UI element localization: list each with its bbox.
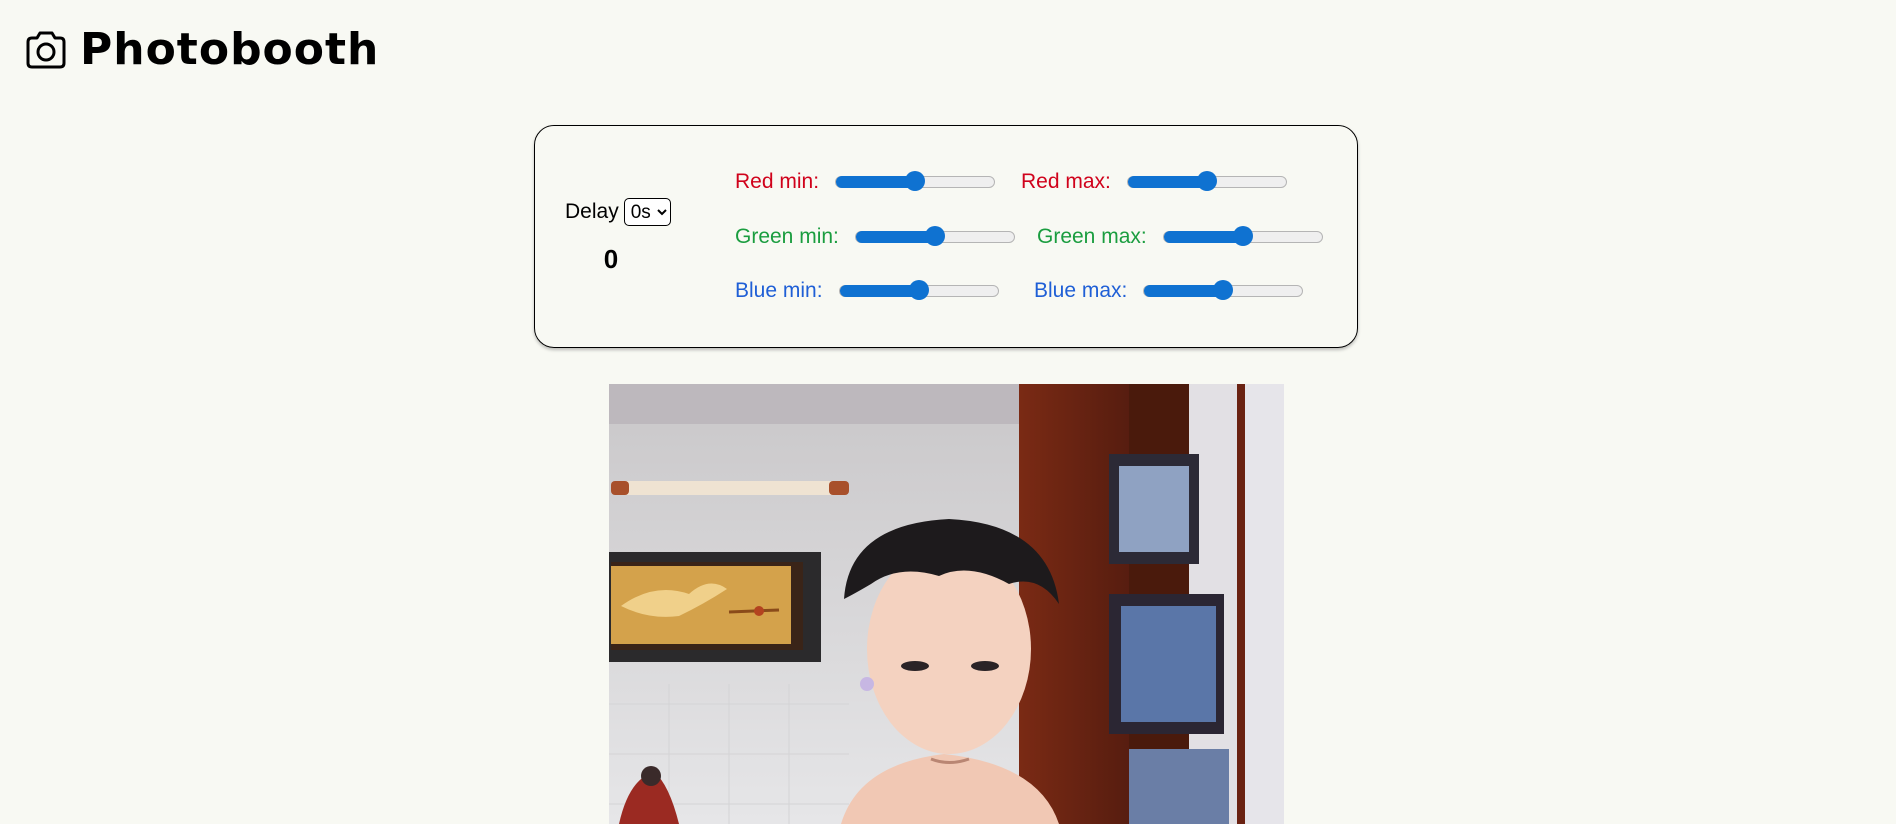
green-max-label: Green max: [1037, 225, 1147, 248]
camera-feed [609, 384, 1284, 824]
blue-max-control: Blue max: [1034, 279, 1304, 303]
blue-min-slider[interactable] [838, 280, 999, 300]
green-min-slider[interactable] [854, 226, 1015, 246]
red-min-thumb[interactable] [905, 171, 926, 191]
delay-label: Delay [565, 200, 619, 223]
blue-min-label: Blue min: [735, 279, 823, 302]
green-min-thumb[interactable] [924, 226, 945, 246]
red-max-slider[interactable] [1126, 171, 1287, 191]
camera-feed-image [609, 384, 1284, 824]
blue-max-slider[interactable] [1143, 280, 1304, 300]
green-max-slider[interactable] [1162, 226, 1323, 246]
red-max-label: Red max: [1021, 170, 1111, 193]
blue-min-control: Blue min: [735, 279, 999, 303]
app-header: Photobooth [22, 24, 379, 76]
blue-max-thumb[interactable] [1213, 280, 1234, 300]
green-max-thumb[interactable] [1232, 226, 1253, 246]
camera-icon [26, 31, 66, 69]
red-min-control: Red min: [735, 170, 996, 194]
app-title: Photobooth [80, 24, 380, 75]
green-min-control: Green min: [735, 225, 1015, 249]
blue-min-thumb[interactable] [908, 280, 929, 300]
red-min-slider[interactable] [835, 171, 996, 191]
controls-panel: Delay 0s 0 Red min: Red max: Green min: … [534, 125, 1358, 348]
red-max-thumb[interactable] [1196, 171, 1217, 191]
green-max-control: Green max: [1037, 225, 1323, 249]
red-max-control: Red max: [1021, 170, 1287, 194]
green-min-label: Green min: [735, 225, 839, 248]
red-min-label: Red min: [735, 170, 820, 193]
countdown-display: 0 [603, 244, 619, 274]
delay-control: Delay 0s [565, 198, 671, 226]
blue-max-label: Blue max: [1034, 279, 1128, 302]
delay-select[interactable]: 0s [623, 198, 671, 226]
